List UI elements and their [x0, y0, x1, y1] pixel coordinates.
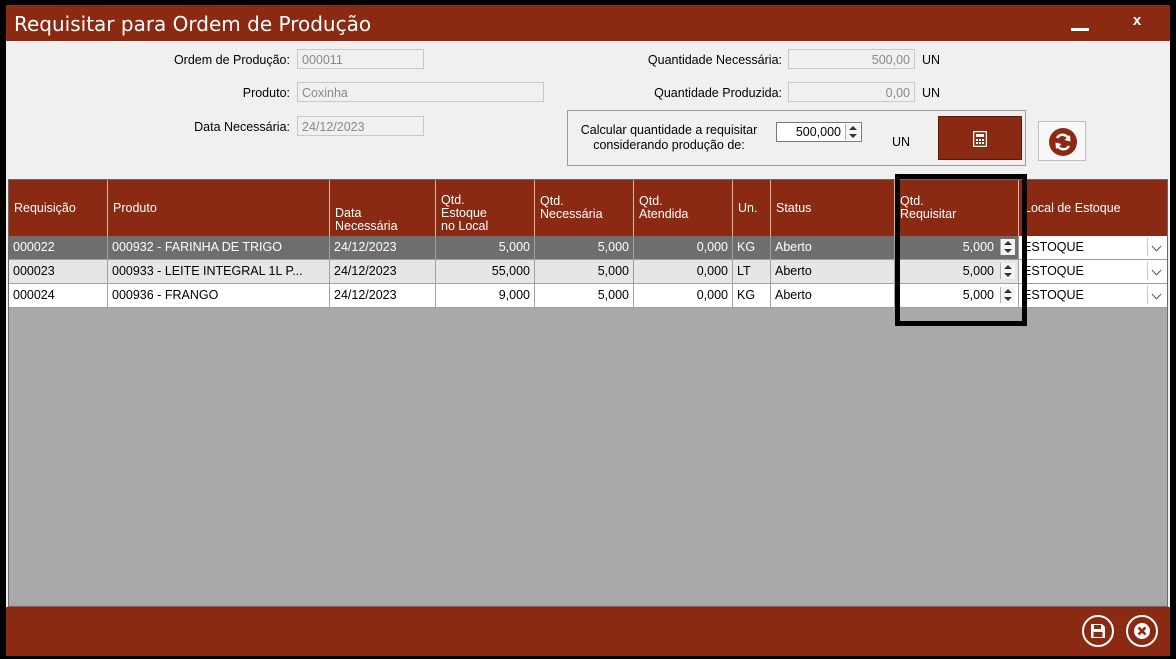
cell-necessaria: 5,000	[535, 236, 634, 260]
spin-icon[interactable]	[1000, 263, 1015, 279]
cell-necessaria: 5,000	[535, 284, 634, 308]
cell-status: Aberto	[771, 236, 895, 260]
table-row[interactable]: 000023 000933 - LEITE INTEGRAL 1L P... 2…	[9, 260, 1167, 284]
save-icon	[1091, 624, 1105, 638]
local-estoque-select[interactable]: ESTOQUE	[1019, 260, 1167, 284]
qtd-requisitar-value: 5,000	[962, 288, 994, 302]
save-button[interactable]	[1082, 615, 1114, 647]
table-row[interactable]: 000022 000932 - FARINHA DE TRIGO 24/12/2…	[9, 236, 1167, 260]
data-label: Data Necessária:	[194, 120, 290, 134]
qtd-necessaria-label: Quantidade Necessária:	[647, 53, 782, 67]
col-requisicao[interactable]: Requisição	[9, 180, 108, 236]
col-produto[interactable]: Produto	[108, 180, 330, 236]
qtd-produzida-unit: UN	[922, 86, 941, 100]
col-qtd-necessaria[interactable]: Qtd. Necessária	[535, 180, 634, 236]
calculator-icon	[973, 131, 987, 147]
spin-icon[interactable]	[845, 124, 860, 140]
col-un[interactable]: Un.	[733, 180, 771, 236]
cell-data: 24/12/2023	[330, 260, 436, 284]
produto-label: Produto:	[242, 86, 290, 100]
combo-separator	[1147, 262, 1148, 280]
calc-label-line1: Calcular quantidade a requisitar	[580, 123, 758, 137]
col-req-line2: Requisitar	[900, 207, 957, 221]
cell-atendida: 0,000	[634, 236, 733, 260]
col-status[interactable]: Status	[771, 180, 895, 236]
spin-icon[interactable]	[1000, 287, 1015, 303]
cell-estoque: 55,000	[436, 260, 535, 284]
col-qtd-estoque[interactable]: Qtd. Estoque no Local	[436, 180, 535, 236]
col-nec-line2: Necessária	[540, 207, 603, 221]
cell-un: KG	[733, 284, 771, 308]
calculate-button[interactable]	[938, 116, 1022, 160]
qtd-requisitar-input[interactable]: 5,000	[895, 236, 1019, 260]
requisition-grid[interactable]: Requisição Produto Data Necessária Qtd. …	[8, 179, 1168, 607]
cell-requisicao: 000024	[9, 284, 108, 308]
qtd-produzida-field[interactable]: 0,00	[788, 82, 915, 102]
local-estoque-select[interactable]: ESTOQUE	[1019, 284, 1167, 308]
window-title: Requisitar para Ordem de Produção	[14, 12, 372, 36]
col-qtd-atendida[interactable]: Qtd. Atendida	[634, 180, 733, 236]
qtd-necessaria-unit: UN	[922, 53, 941, 67]
cell-estoque: 5,000	[436, 236, 535, 260]
local-estoque-value: ESTOQUE	[1023, 264, 1084, 278]
cell-produto: 000932 - FARINHA DE TRIGO	[108, 236, 330, 260]
close-button[interactable]: x	[1126, 12, 1148, 29]
window: Requisitar para Ordem de Produção x Orde…	[6, 5, 1170, 656]
cell-status: Aberto	[771, 284, 895, 308]
table-row[interactable]: 000024 000936 - FRANGO 24/12/2023 9,000 …	[9, 284, 1167, 308]
calc-quantity-input[interactable]: 500,000	[776, 122, 862, 142]
refresh-icon	[1055, 133, 1071, 151]
calc-unit: UN	[892, 135, 911, 149]
local-estoque-value: ESTOQUE	[1023, 240, 1084, 254]
qtd-requisitar-input[interactable]: 5,000	[895, 260, 1019, 284]
grid-header: Requisição Produto Data Necessária Qtd. …	[9, 180, 1167, 236]
ordem-field[interactable]: 000011	[297, 49, 424, 69]
cell-un: LT	[733, 260, 771, 284]
combo-separator	[1147, 286, 1148, 304]
qtd-requisitar-input[interactable]: 5,000	[895, 284, 1019, 308]
cell-requisicao: 000023	[9, 260, 108, 284]
ordem-label: Ordem de Produção:	[173, 53, 290, 67]
cell-atendida: 0,000	[634, 260, 733, 284]
calc-label-line2: considerando produção de:	[593, 138, 745, 152]
col-atend-line2: Atendida	[639, 207, 689, 221]
qtd-produzida-label: Quantidade Produzida:	[654, 86, 782, 100]
cancel-button[interactable]	[1126, 615, 1158, 647]
refresh-button[interactable]	[1038, 121, 1086, 161]
calc-quantity-value: 500,000	[795, 125, 841, 139]
qtd-necessaria-field[interactable]: 500,00	[788, 49, 915, 69]
cell-estoque: 9,000	[436, 284, 535, 308]
cell-data: 24/12/2023	[330, 236, 436, 260]
col-qtd-requisitar[interactable]: Qtd. Requisitar	[895, 180, 1019, 236]
col-data-line2: Necessária	[335, 219, 398, 233]
produto-field[interactable]: Coxinha	[297, 82, 544, 102]
cell-status: Aberto	[771, 260, 895, 284]
col-data-necessaria[interactable]: Data Necessária	[330, 180, 436, 236]
cell-necessaria: 5,000	[535, 260, 634, 284]
cell-data: 24/12/2023	[330, 284, 436, 308]
cell-atendida: 0,000	[634, 284, 733, 308]
spin-icon[interactable]	[1000, 239, 1015, 255]
combo-separator	[1147, 238, 1148, 256]
col-local-estoque[interactable]: Local de Estoque	[1019, 180, 1167, 236]
calc-label: Calcular quantidade a requisitar conside…	[574, 123, 764, 153]
local-estoque-select[interactable]: ESTOQUE	[1019, 236, 1167, 260]
title-bar: Requisitar para Ordem de Produção x	[6, 5, 1170, 41]
local-estoque-value: ESTOQUE	[1023, 288, 1084, 302]
minimize-button[interactable]	[1068, 9, 1094, 35]
cell-un: KG	[733, 236, 771, 260]
footer-bar	[6, 607, 1170, 656]
cancel-icon	[1134, 623, 1150, 639]
cell-produto: 000936 - FRANGO	[108, 284, 330, 308]
cell-produto: 000933 - LEITE INTEGRAL 1L P...	[108, 260, 330, 284]
col-estoque-line3: no Local	[441, 219, 489, 233]
data-field[interactable]: 24/12/2023	[297, 116, 424, 136]
qtd-requisitar-value: 5,000	[962, 240, 994, 254]
cell-requisicao: 000022	[9, 236, 108, 260]
qtd-requisitar-value: 5,000	[962, 264, 994, 278]
